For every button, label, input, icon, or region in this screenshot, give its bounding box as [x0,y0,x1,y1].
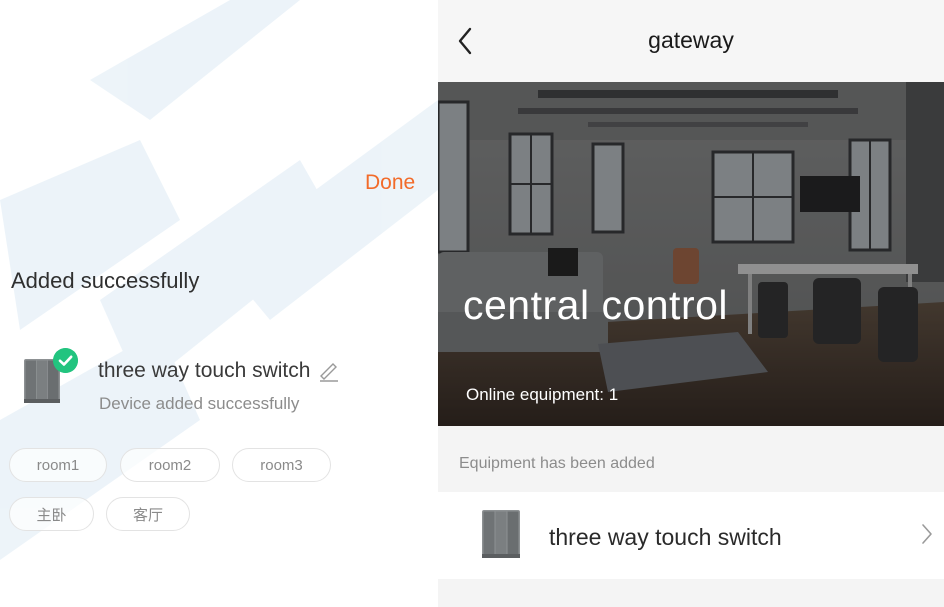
room-chip-living-room[interactable]: 客厅 [106,497,190,531]
office-background-image [438,82,944,426]
hero-title: central control [463,282,729,328]
added-successfully-heading: Added successfully [11,268,200,293]
device-list-item[interactable]: three way touch switch [438,492,944,579]
device-added-status: Device added successfully [99,394,300,413]
done-button[interactable]: Done [365,171,415,195]
three-gang-switch-icon [482,510,520,558]
room-chip-master-bedroom[interactable]: 主卧 [9,497,94,531]
gateway-screen: gateway central control Online equipment… [438,0,944,607]
online-equipment-count: Online equipment: 1 [466,385,619,404]
gateway-hero-banner: central control Online equipment: 1 [438,82,944,426]
added-device-name-row: three way touch switch [98,359,340,383]
navigation-bar: gateway [438,0,944,82]
added-device-name: three way touch switch [98,359,311,382]
device-list-item-name: three way touch switch [549,524,782,550]
pencil-icon[interactable] [318,360,340,382]
check-circle-icon [53,348,78,373]
add-device-result-screen: Done Added successfully three way touch … [0,0,438,607]
room-chip-room3[interactable]: room3 [232,448,331,482]
page-title: gateway [648,27,734,53]
room-chip-room2[interactable]: room2 [120,448,220,482]
chevron-right-icon [922,524,932,544]
room-chip-room1[interactable]: room1 [9,448,107,482]
equipment-section-label: Equipment has been added [459,455,655,472]
